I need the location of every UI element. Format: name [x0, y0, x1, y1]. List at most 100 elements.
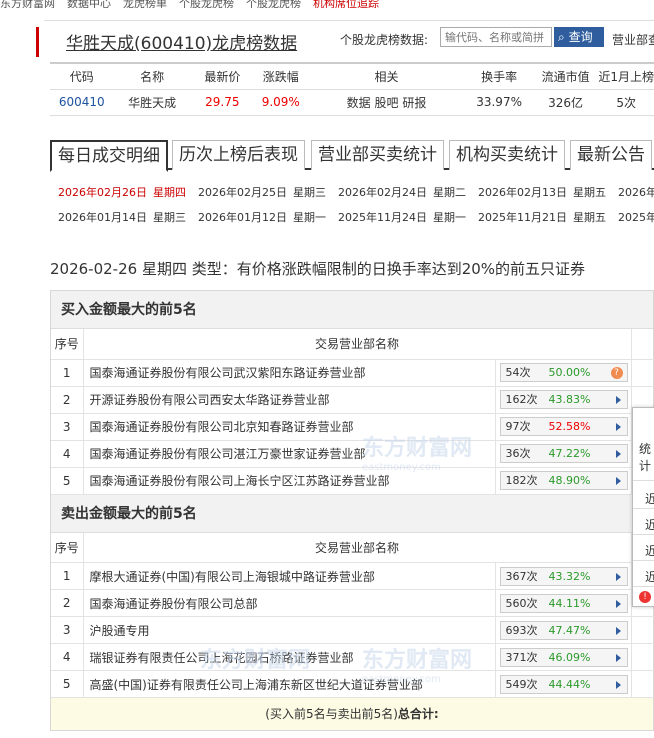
link-guba[interactable]: 股吧 — [374, 96, 398, 110]
tab-institution-stats[interactable]: 机构买卖统计 — [449, 140, 565, 170]
arrow-right-icon[interactable] — [615, 680, 621, 689]
times-count: 36次 — [505, 447, 531, 460]
branch-name[interactable]: 国泰海通证券股份有限公司湛江万豪世家证券营业部 — [83, 440, 496, 468]
row-no: 4 — [51, 643, 84, 671]
arrow-right-icon[interactable] — [615, 599, 621, 608]
weekday-text: 星期一 — [293, 211, 326, 224]
win-rate: 50.00% — [548, 366, 591, 379]
top-nav-highlight[interactable]: 机构席位追踪 — [313, 0, 379, 8]
branch-stat-badge[interactable]: 560次 44.11% — [499, 593, 628, 613]
buy-col-name: 交易营业部名称 — [83, 329, 632, 360]
branch-name[interactable]: 高盛(中国)证券有限责任公司上海浦东新区世纪大道证券营业部 — [83, 670, 496, 698]
row-extra — [631, 670, 654, 698]
row-no: 1 — [51, 562, 84, 590]
date-link[interactable]: 2026年 — [618, 184, 654, 200]
stock-quote-table: 代码 名称 最新价 涨跌幅 相关 换手率 流通市值 近1月上榜 600410 华… — [50, 62, 654, 116]
stock-float-cap: 326亿 — [548, 95, 584, 110]
weekday-text: 星期五 — [573, 211, 606, 224]
branch-stat-badge[interactable]: 162次 43.83% — [499, 390, 628, 409]
col-change: 涨跌幅 — [262, 69, 299, 84]
branch-stat-badge[interactable]: 54次 50.00%? — [499, 363, 628, 382]
branch-stat-cell: 182次 48.90% — [495, 467, 632, 495]
arrow-right-icon[interactable] — [615, 423, 621, 431]
branch-stat-badge[interactable]: 371次 46.09% — [499, 647, 628, 667]
branch-name[interactable]: 国泰海通证券股份有限公司上海长宁区江苏路证券营业部 — [83, 467, 496, 495]
row-no: 3 — [51, 413, 84, 441]
arrow-right-icon[interactable] — [615, 653, 621, 662]
branch-stat-badge[interactable]: 36次 47.22% — [499, 444, 628, 463]
stock-title-link[interactable]: 华胜天成(600410)龙虎榜数据 — [66, 29, 297, 54]
table-row: 1 摩根大通证券(中国)有限公司上海银城中路证券营业部 367次 43.32% — [51, 562, 654, 590]
branch-name[interactable]: 摩根大通证券(中国)有限公司上海银城中路证券营业部 — [83, 562, 496, 590]
search-button[interactable]: ⌕ 查询 — [554, 27, 604, 47]
col-price: 最新价 — [204, 69, 241, 84]
arrow-right-icon[interactable] — [615, 477, 621, 485]
stock-search-input[interactable] — [440, 27, 552, 47]
date-selector: 2026年02月26日 星期四 2026年02月25日 星期三 2026年02月24日星… — [58, 184, 654, 234]
branch-stat-badge[interactable]: 182次 48.90% — [499, 471, 628, 490]
branch-stat-badge[interactable]: 367次 43.32% — [499, 566, 628, 586]
title-bar: 华胜天成(600410)龙虎榜数据 个股龙虎榜数据: ⌕ 查询 营业部查 — [36, 20, 654, 64]
date-link[interactable]: 2026年01月14日 星期三 — [58, 209, 186, 225]
top-nav-item[interactable]: 龙虎榜单 — [123, 0, 167, 8]
tab-history-performance[interactable]: 历次上榜后表现 — [172, 140, 305, 170]
tab-branch-stats[interactable]: 营业部买卖统计 — [311, 140, 444, 170]
link-data[interactable]: 数据 — [347, 96, 371, 110]
date-text: 2026年 — [618, 186, 654, 199]
row-no: 2 — [51, 589, 84, 617]
top-nav-item[interactable]: 东方财富网 — [0, 0, 55, 8]
branch-stat-badge[interactable]: 97次 52.58% — [499, 417, 628, 436]
branch-stat-cell: 97次 52.58% — [495, 413, 632, 441]
branch-stat-badge[interactable]: 693次 47.47% — [499, 620, 628, 640]
popup-header: 统计 — [639, 442, 652, 473]
tab-latest-notice[interactable]: 最新公告 — [570, 140, 652, 170]
branch-stat-cell: 693次 47.47% — [495, 616, 632, 644]
table-row: 4 瑞银证券有限责任公司上海花园石桥路证券营业部 371次 46.09% — [51, 643, 654, 671]
date-link[interactable]: 2025年 — [618, 209, 654, 225]
win-rate: 47.22% — [548, 447, 591, 460]
date-link[interactable]: 2026年02月26日 星期四 — [58, 184, 186, 200]
date-text: 2025年11月21日 — [478, 211, 567, 224]
date-text: 2025年11月24日 — [338, 211, 427, 224]
buy-section-title: 买入金额最大的前5名 — [51, 291, 653, 329]
arrow-right-icon[interactable] — [615, 396, 621, 404]
question-icon[interactable]: ? — [610, 367, 623, 379]
date-text: 2026年01月12日 — [198, 211, 287, 224]
date-link[interactable]: 2025年11月24日 星期一 — [338, 209, 466, 225]
date-link[interactable]: 2026年02月25日 星期三 — [198, 184, 326, 200]
arrow-right-icon[interactable] — [615, 572, 621, 581]
arrow-right-icon[interactable] — [615, 626, 621, 635]
top-nav-strip: 东方财富网 数据中心 龙虎榜单 个股龙虎榜 个股龙虎榜 机构席位追踪 — [0, 0, 654, 8]
branch-name[interactable]: 国泰海通证券股份有限公司总部 — [83, 589, 496, 617]
date-link[interactable]: 2025年11月21日 星期五 — [478, 209, 606, 225]
times-count: 182次 — [505, 474, 538, 487]
arrow-right-icon[interactable] — [615, 450, 621, 458]
date-link[interactable]: 2026年02月13日 星期五 — [478, 184, 606, 200]
branch-stat-cell: 54次 50.00%? — [495, 359, 632, 387]
branch-name[interactable]: 沪股通专用 — [83, 616, 496, 644]
tab-daily-detail[interactable]: 每日成交明细 — [50, 140, 168, 172]
top-nav-item[interactable]: 个股龙虎榜 — [179, 0, 234, 8]
stock-times: 5次 — [616, 95, 636, 110]
lhb-search-label: 个股龙虎榜数据: — [340, 33, 429, 47]
quote-row: 600410 华胜天成 29.75 9.09% 数据 股吧 研报 33.97% … — [50, 89, 654, 115]
branch-name[interactable]: 国泰海通证券股份有限公司武汉紫阳东路证券营业部 — [83, 359, 496, 387]
times-count: 693次 — [505, 623, 538, 637]
total-summary: (买入前5名与卖出前5名)总合计: — [51, 698, 653, 730]
branch-stat-badge[interactable]: 549次 44.44% — [499, 674, 628, 694]
branch-name[interactable]: 瑞银证券有限责任公司上海花园石桥路证券营业部 — [83, 643, 496, 671]
date-link[interactable]: 2026年02月24日 星期二 — [338, 184, 466, 200]
branch-stat-cell: 371次 46.09% — [495, 643, 632, 671]
date-link[interactable]: 2026年01月12日 星期一 — [198, 209, 326, 225]
stock-code[interactable]: 600410 — [50, 89, 114, 115]
row-no: 5 — [51, 467, 84, 495]
top-nav-item[interactable]: 数据中心 — [67, 0, 111, 8]
stock-name[interactable]: 华胜天成 — [114, 89, 191, 115]
win-rate: 46.09% — [548, 650, 591, 664]
link-research[interactable]: 研报 — [402, 96, 426, 110]
branch-name[interactable]: 开源证券股份有限公司西安太华路证券营业部 — [83, 386, 496, 414]
row-extra — [631, 616, 654, 644]
top-nav-item[interactable]: 个股龙虎榜 — [246, 0, 301, 8]
branch-name[interactable]: 国泰海通证券股份有限公司北京知春路证券营业部 — [83, 413, 496, 441]
col-turnover: 换手率 — [481, 69, 518, 84]
